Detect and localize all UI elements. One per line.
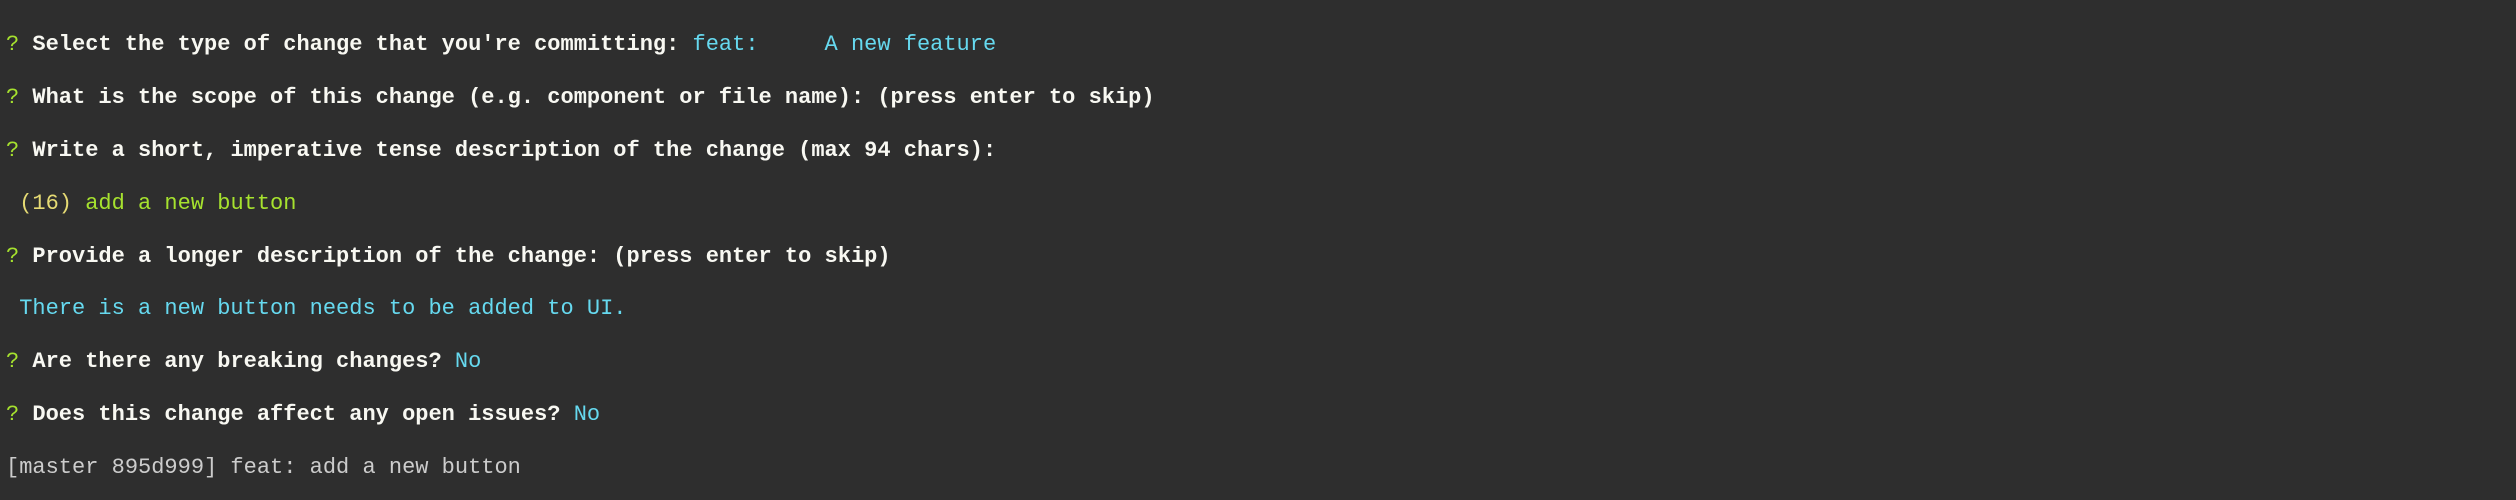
question-mark-icon: ? [6, 244, 19, 269]
prompt-text: Write a short, imperative tense descript… [19, 138, 996, 163]
question-mark-icon: ? [6, 85, 19, 110]
answer-text: feat: A new feature [679, 32, 996, 57]
prompt-text: Select the type of change that you're co… [19, 32, 679, 57]
question-mark-icon: ? [6, 32, 19, 57]
prompt-line-commit-type: ? Select the type of change that you're … [6, 32, 2510, 58]
desc-text: add a new button [72, 191, 296, 216]
prompt-line-issues: ? Does this change affect any open issue… [6, 402, 2510, 428]
question-mark-icon: ? [6, 402, 19, 427]
prompt-line-breaking: ? Are there any breaking changes? No [6, 349, 2510, 375]
terminal-output[interactable]: ? Select the type of change that you're … [0, 0, 2516, 500]
short-desc-answer: (16) add a new button [6, 191, 2510, 217]
desc-text: There is a new button needs to be added … [6, 296, 627, 321]
prompt-line-short-desc: ? Write a short, imperative tense descri… [6, 138, 2510, 164]
prompt-text: Does this change affect any open issues? [19, 402, 560, 427]
long-desc-answer: There is a new button needs to be added … [6, 296, 2510, 322]
char-count: (16) [6, 191, 72, 216]
prompt-line-scope: ? What is the scope of this change (e.g.… [6, 85, 2510, 111]
prompt-text: Provide a longer description of the chan… [19, 244, 890, 269]
prompt-line-long-desc: ? Provide a longer description of the ch… [6, 244, 2510, 270]
prompt-text: Are there any breaking changes? [19, 349, 441, 374]
question-mark-icon: ? [6, 138, 19, 163]
prompt-text: What is the scope of this change (e.g. c… [19, 85, 1154, 110]
answer-text: No [442, 349, 482, 374]
question-mark-icon: ? [6, 349, 19, 374]
answer-text: No [561, 402, 601, 427]
git-output-line: [master 895d999] feat: add a new button [6, 455, 2510, 481]
